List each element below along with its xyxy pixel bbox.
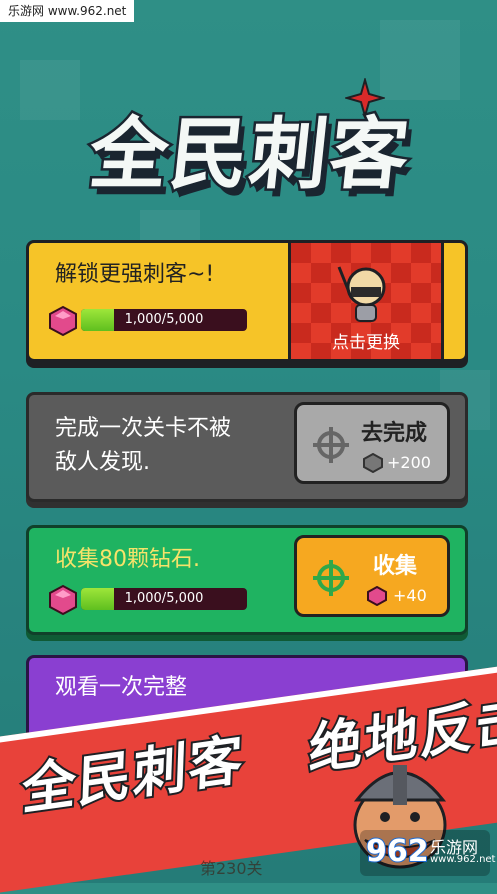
game-title: 全民刺客 [83,108,417,203]
progress-text: 1,000/5,000 [124,312,204,327]
gem-icon [367,586,387,606]
crosshair-icon [313,560,349,596]
gem-icon [49,584,77,616]
watermark-top: 乐游网 www.962.net [0,0,135,22]
bg-tile [140,210,200,240]
watermark-bottom: 962 乐游网 www.962.net [360,830,495,876]
reward-text: +200 [387,453,431,472]
watermark-url: www.962.net [430,854,496,865]
watermark-number: 962 [365,833,430,870]
collect-button[interactable]: 收集 +40 [294,535,450,617]
change-assassin-label: 点击更换 [332,333,400,353]
reward-text: +40 [393,586,427,605]
change-assassin-button[interactable]: 点击更换 [288,240,444,362]
stage-text: 第230关 [200,859,263,878]
task-text: 收集80颗钻石. [55,547,200,572]
task-text-line2: 敌人发现. [55,450,150,475]
gem-icon [49,305,77,337]
progress-bar: 1,000/5,000 [81,588,247,610]
bg-tile [380,20,460,100]
stone-icon [363,453,383,473]
go-complete-button[interactable]: 去完成 +200 [294,402,450,484]
shuriken-icon [345,78,385,118]
progress-bar: 1,000/5,000 [81,309,247,331]
go-complete-label: 去完成 [361,421,428,446]
assassin-avatar-icon [337,266,386,322]
progress-text: 1,000/5,000 [124,591,204,606]
task-text: 观看一次完整 [55,675,188,700]
task-text-line1: 完成一次关卡不被 [55,416,232,441]
collect-label: 收集 [373,554,418,579]
task-text: 解锁更强刺客~! [55,262,215,287]
crosshair-icon [313,427,349,463]
